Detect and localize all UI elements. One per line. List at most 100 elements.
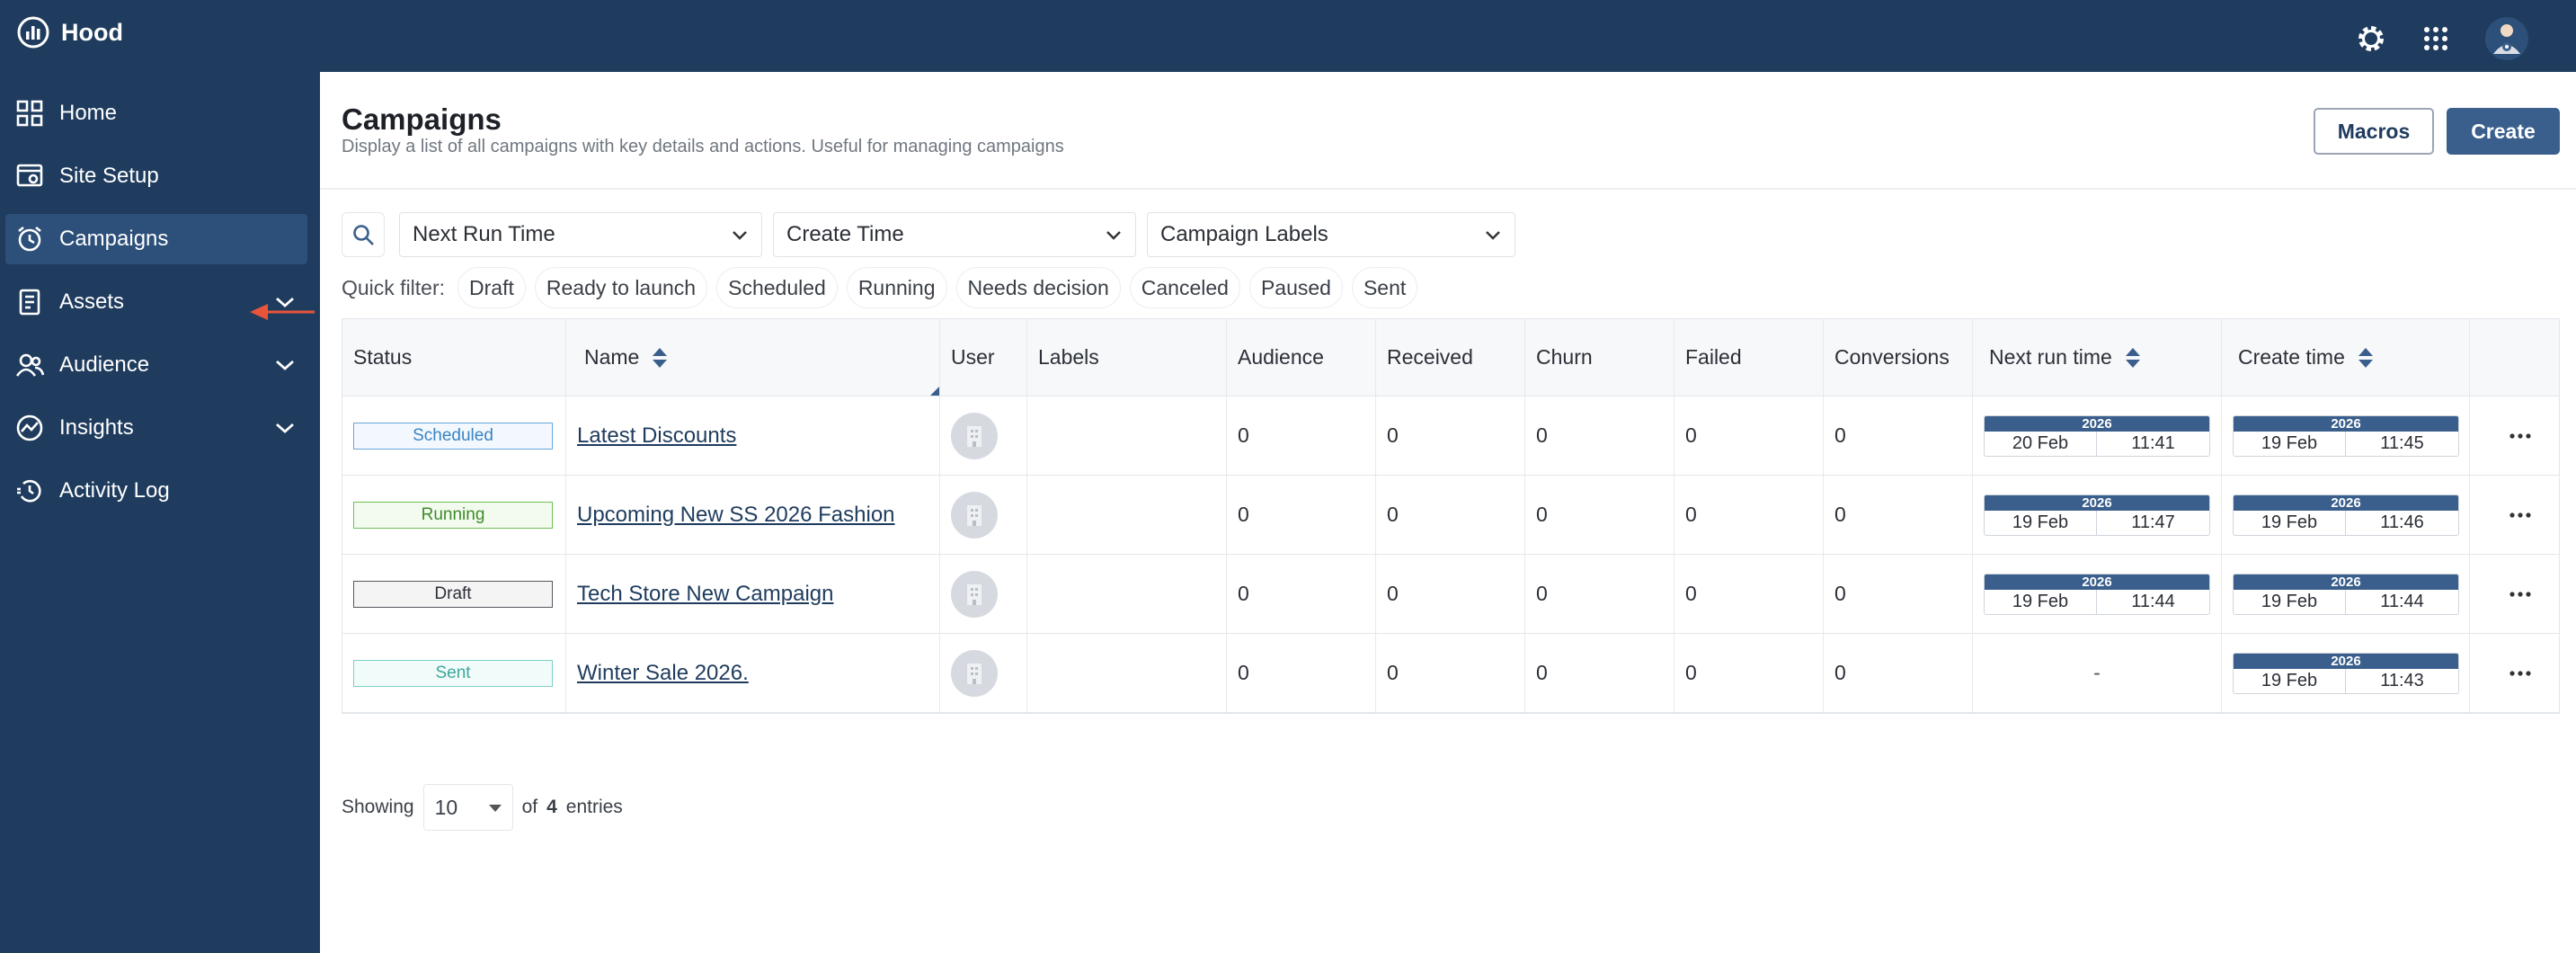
quick-filter-ready-to-launch[interactable]: Ready to launch [534,267,708,308]
next-run-datetime: 2026 19 Feb 11:44 [1984,573,2210,615]
more-options-icon[interactable] [2509,432,2531,441]
building-icon [967,504,982,526]
conversions-value: 0 [1834,503,1846,526]
search-button[interactable] [342,212,385,257]
received-value: 0 [1387,661,1399,684]
column-churn: Churn [1525,319,1674,396]
column-create-time[interactable]: Create time [2222,319,2470,396]
clock-icon [14,224,45,254]
create-button[interactable]: Create [2447,108,2560,155]
failed-value: 0 [1685,503,1697,526]
sidebar-item-label: Site Setup [59,164,159,188]
select-value: Next Run Time [413,222,555,246]
chevron-down-icon[interactable] [273,417,297,439]
quick-filter-sent[interactable]: Sent [1351,267,1418,308]
sidebar-item-campaigns[interactable]: Campaigns [5,214,307,264]
table-row: Sent Winter Sale 2026. 0 0 0 0 0 - 2026 … [342,634,2559,713]
campaign-name-link[interactable]: Tech Store New Campaign [577,582,833,607]
quick-filter-running[interactable]: Running [846,267,947,308]
page-size-select[interactable]: 10 [422,784,513,831]
sidebar: Home Site Setup Campaigns Assets Audienc… [0,72,320,953]
column-labels: Labels [1027,319,1227,396]
column-conversions: Conversions [1824,319,1973,396]
sort-icon[interactable] [652,346,668,370]
total-entries: 4 [546,797,557,817]
audience-value: 0 [1238,503,1249,526]
document-icon [14,287,45,317]
campaign-labels-select[interactable]: Campaign Labels [1147,212,1515,257]
next-run-time-select[interactable]: Next Run Time [399,212,762,257]
status-badge: Draft [353,580,553,608]
campaign-name-link[interactable]: Latest Discounts [577,423,736,449]
column-next-run-time[interactable]: Next run time [1973,319,2222,396]
app-name: Hood [61,18,123,46]
sidebar-item-home[interactable]: Home [5,88,307,138]
quick-filter-needs-decision[interactable]: Needs decision [955,267,1121,308]
churn-value: 0 [1536,582,1548,605]
quick-filter-scheduled[interactable]: Scheduled [716,267,838,308]
user-avatar[interactable] [951,491,998,539]
received-value: 0 [1387,503,1399,526]
quick-filter-paused[interactable]: Paused [1248,267,1343,308]
create-datetime: 2026 19 Feb 11:45 [2233,414,2459,457]
users-icon [14,350,45,380]
sidebar-item-site-setup[interactable]: Site Setup [5,151,307,201]
chart-icon [14,413,45,443]
column-actions [2470,319,2559,396]
column-audience: Audience [1227,319,1376,396]
table-row: Draft Tech Store New Campaign 0 0 0 0 0 … [342,555,2559,634]
chevron-down-icon[interactable] [273,354,297,376]
failed-value: 0 [1685,423,1697,447]
sidebar-item-activity-log[interactable]: Activity Log [5,466,307,516]
brand[interactable]: Hood [16,14,123,50]
caret-down-icon [488,805,502,812]
more-options-icon[interactable] [2509,590,2531,599]
search-icon [353,225,374,245]
sort-icon[interactable] [2358,346,2374,370]
user-avatar[interactable] [951,570,998,618]
grid-icon [14,98,45,129]
hood-logo-icon [17,16,49,49]
create-time-select[interactable]: Create Time [773,212,1136,257]
main-content: Campaigns Display a list of all campaign… [320,72,2576,953]
create-datetime: 2026 19 Feb 11:43 [2233,652,2459,694]
sort-icon[interactable] [2125,346,2141,370]
campaigns-table: Status Name User Labels Audience Receive… [342,318,2560,714]
audience-value: 0 [1238,423,1249,447]
arrow-left-icon [250,304,315,320]
conversions-value: 0 [1834,423,1846,447]
user-avatar-icon[interactable] [2484,16,2529,61]
sidebar-item-label: Activity Log [59,478,170,503]
topbar-actions [2355,16,2529,61]
user-avatar[interactable] [951,649,998,697]
received-value: 0 [1387,423,1399,447]
quick-filter-draft[interactable]: Draft [457,267,526,308]
sidebar-item-label: Home [59,101,118,125]
campaign-name-link[interactable]: Upcoming New SS 2026 Fashion [577,503,895,528]
sidebar-item-label: Insights [59,415,134,440]
chevron-down-icon [1486,231,1500,240]
apps-grid-icon[interactable] [2421,24,2450,53]
more-options-icon[interactable] [2509,669,2531,678]
sidebar-item-label: Assets [59,289,125,314]
next-run-datetime: 2026 19 Feb 11:47 [1984,494,2210,536]
column-name[interactable]: Name [566,319,940,396]
entries-label: entries [565,797,623,817]
column-status: Status [342,319,566,396]
building-icon [967,583,982,605]
audience-value: 0 [1238,661,1249,684]
quick-filter-canceled[interactable]: Canceled [1129,267,1240,308]
conversions-value: 0 [1834,582,1846,605]
sidebar-item-audience[interactable]: Audience [5,340,307,390]
sidebar-item-label: Audience [59,352,150,377]
page-title: Campaigns [342,102,502,136]
more-options-icon[interactable] [2509,511,2531,520]
create-datetime: 2026 19 Feb 11:44 [2233,573,2459,615]
page-subtitle: Display a list of all campaigns with key… [342,137,1064,156]
sidebar-item-insights[interactable]: Insights [5,403,307,453]
campaign-name-link[interactable]: Winter Sale 2026. [577,661,749,686]
gear-icon[interactable] [2355,22,2387,55]
user-avatar[interactable] [951,412,998,459]
macros-button[interactable]: Macros [2314,108,2434,155]
quick-filter-label: Quick filter: [342,275,446,299]
